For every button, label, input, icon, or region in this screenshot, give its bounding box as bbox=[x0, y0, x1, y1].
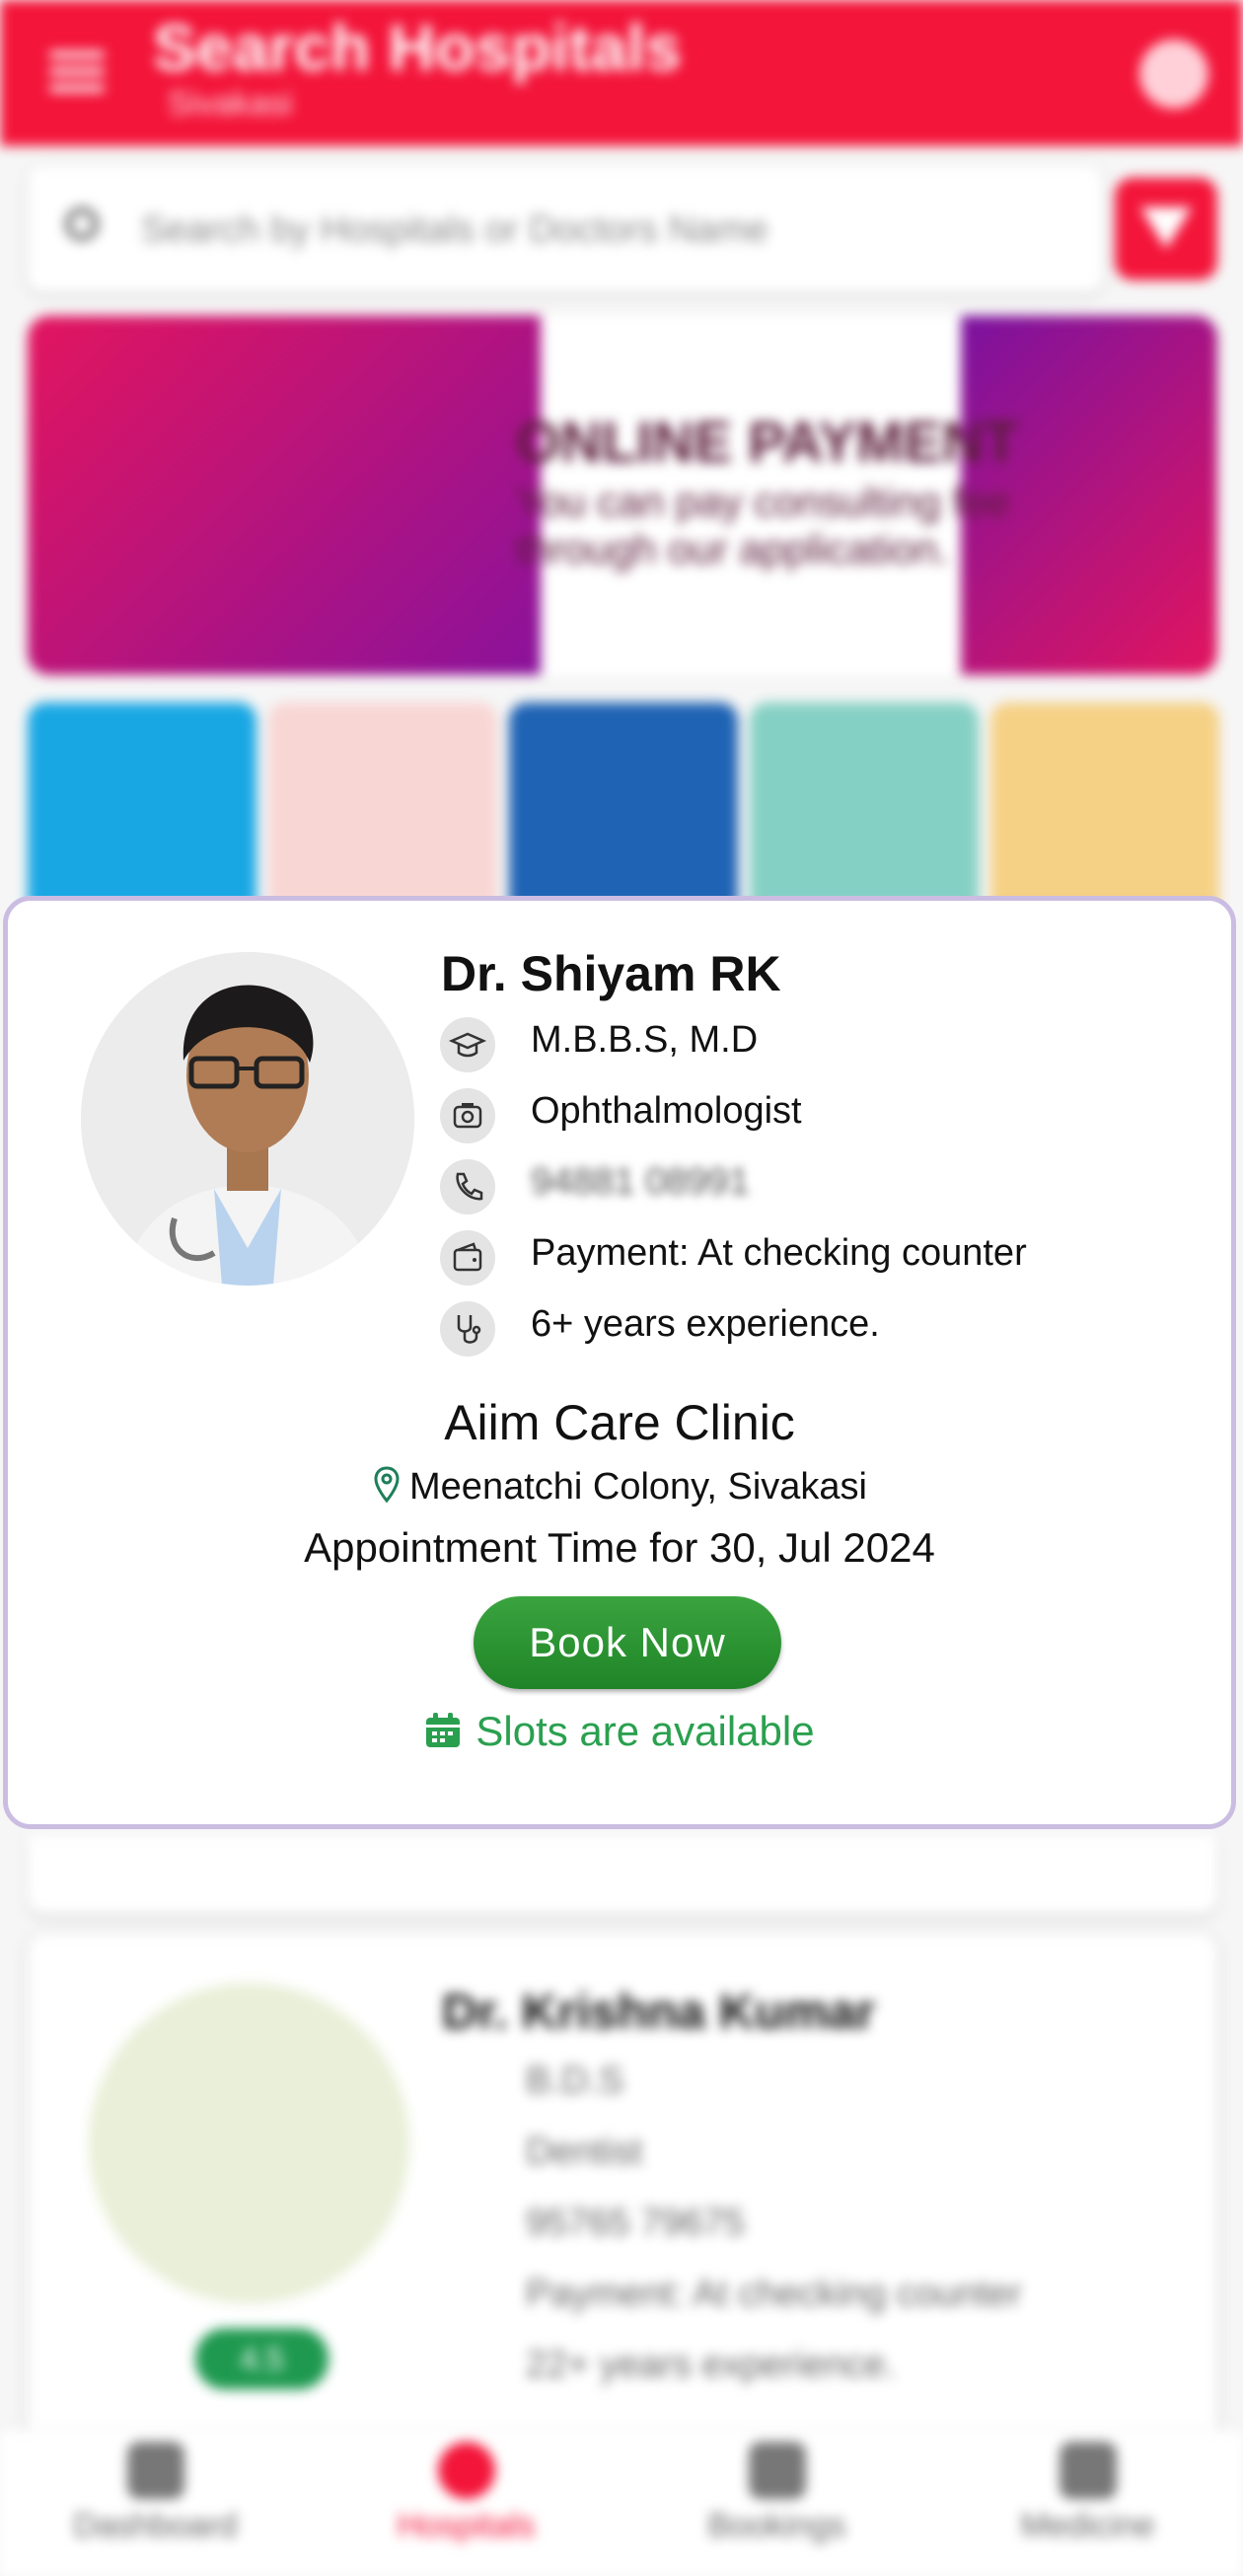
doctor-experience: 22+ years experience. bbox=[526, 2344, 896, 2386]
doctor-qualification: M.B.B.S, M.D bbox=[531, 1019, 759, 1061]
search-icon bbox=[437, 2442, 495, 2499]
doctor-payment: Payment: At checking counter bbox=[531, 1232, 1027, 1274]
clinic-address: Meenatchi Colony, Sivakasi bbox=[409, 1466, 867, 1508]
doctor-avatar bbox=[89, 1983, 409, 2304]
specialty-carousel bbox=[28, 702, 1219, 920]
search-input[interactable]: Search by Hospitals or Doctors Name bbox=[141, 209, 768, 252]
doctor-avatar bbox=[81, 952, 414, 1286]
home-icon bbox=[126, 2442, 184, 2499]
page-title: Search Hospitals bbox=[153, 11, 682, 84]
doctor-name: Dr. Shiyam RK bbox=[441, 946, 781, 1001]
doctor-card-focused[interactable]: Dr. Shiyam RK M.B.B.S, M.D Ophthalmologi… bbox=[3, 896, 1236, 1829]
doctor-card[interactable]: Dr. Krishna Kumar B.D.S Dentist 95765 79… bbox=[28, 1934, 1217, 2447]
specialty-tile[interactable] bbox=[28, 702, 256, 920]
bottom-navigation: Dashboard Hospitals Bookings Medicine bbox=[0, 2429, 1243, 2576]
wallet-icon bbox=[440, 1230, 495, 1286]
graduation-cap-icon bbox=[440, 1017, 495, 1072]
search-bar[interactable]: Search by Hospitals or Doctors Name bbox=[28, 166, 1103, 292]
nav-hospitals[interactable]: Hospitals bbox=[311, 2442, 622, 2545]
location-pin-icon bbox=[374, 1466, 400, 1504]
book-now-button[interactable]: Book Now bbox=[474, 1596, 781, 1689]
banner-art-left bbox=[28, 316, 541, 675]
nav-bookings[interactable]: Bookings bbox=[622, 2442, 932, 2545]
appointment-time: Appointment Time for 30, Jul 2024 bbox=[304, 1524, 935, 1571]
stethoscope-icon bbox=[440, 1301, 495, 1357]
nav-label: Hospitals bbox=[397, 2507, 536, 2544]
specialty-tile[interactable] bbox=[750, 702, 979, 920]
clinic-address-row: Meenatchi Colony, Sivakasi bbox=[8, 1465, 1231, 1509]
nav-label: Dashboard bbox=[73, 2507, 238, 2544]
calendar-icon bbox=[426, 1713, 461, 1747]
settings-icon[interactable] bbox=[1139, 39, 1208, 109]
specialty-tile[interactable] bbox=[990, 702, 1219, 920]
doctor-payment: Payment: At checking counter bbox=[526, 2273, 1022, 2315]
filter-button[interactable] bbox=[1115, 178, 1217, 280]
card-bottom-edge bbox=[28, 1835, 1217, 1914]
nav-label: Medicine bbox=[1020, 2507, 1155, 2544]
slots-label: Slots are available bbox=[475, 1708, 815, 1754]
nav-dashboard[interactable]: Dashboard bbox=[0, 2442, 311, 2545]
search-icon bbox=[65, 207, 99, 241]
banner-text: You can pay consulting fee through our a… bbox=[516, 478, 1010, 573]
rating-badge: 4.5 bbox=[195, 2328, 329, 2390]
heart-icon bbox=[1059, 2442, 1117, 2499]
calendar-icon bbox=[748, 2442, 806, 2499]
promo-banner[interactable]: ONLINE PAYMENT You can pay consulting fe… bbox=[28, 316, 1217, 675]
clinic-name: Aiim Care Clinic bbox=[444, 1395, 795, 1450]
doctor-phone[interactable]: 94881 08991 bbox=[531, 1161, 750, 1204]
phone-icon bbox=[440, 1159, 495, 1214]
banner-heading: ONLINE PAYMENT bbox=[516, 410, 1019, 475]
doctor-qualification: B.D.S bbox=[526, 2060, 624, 2101]
nav-label: Bookings bbox=[707, 2507, 846, 2544]
doctor-name: Dr. Krishna Kumar bbox=[442, 1984, 876, 2039]
location-selector[interactable]: Sivakasi bbox=[168, 85, 293, 123]
doctor-experience: 6+ years experience. bbox=[531, 1303, 880, 1345]
top-app-bar: Search Hospitals Sivakasi bbox=[0, 0, 1243, 146]
camera-icon bbox=[440, 1088, 495, 1143]
slots-status: Slots are available bbox=[8, 1708, 1231, 1755]
doctor-specialty: Ophthalmologist bbox=[531, 1090, 802, 1132]
nav-medicine[interactable]: Medicine bbox=[932, 2442, 1243, 2545]
doctor-phone: 95765 79675 bbox=[526, 2202, 745, 2244]
specialty-tile[interactable] bbox=[509, 702, 738, 920]
menu-icon[interactable] bbox=[49, 51, 105, 92]
doctor-specialty: Dentist bbox=[526, 2131, 643, 2172]
specialty-tile[interactable] bbox=[268, 702, 497, 920]
